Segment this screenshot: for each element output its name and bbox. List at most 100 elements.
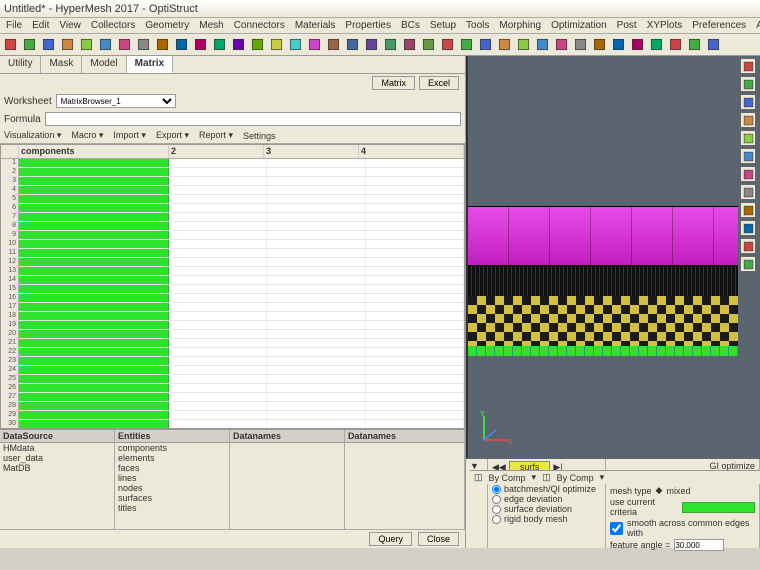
viewport-tool-0[interactable] bbox=[740, 58, 756, 74]
ds-hmdata[interactable]: HMdata bbox=[0, 443, 114, 453]
3d-viewport[interactable]: Y X bbox=[466, 56, 760, 458]
entity-lines[interactable]: lines bbox=[115, 473, 229, 483]
toolbar-icon-19[interactable] bbox=[363, 36, 380, 53]
menu-collectors[interactable]: Collectors bbox=[87, 20, 139, 31]
viewport-tool-1[interactable] bbox=[740, 76, 756, 92]
menu-properties[interactable]: Properties bbox=[341, 20, 395, 31]
table-row[interactable]: 13 bbox=[1, 267, 464, 276]
viewport-tool-7[interactable] bbox=[740, 184, 756, 200]
toolbar-icon-3[interactable] bbox=[59, 36, 76, 53]
col-4[interactable]: 4 bbox=[359, 145, 464, 158]
cube-icon[interactable]: ◫ bbox=[474, 472, 483, 483]
menu-post[interactable]: Post bbox=[613, 20, 641, 31]
table-row[interactable]: 29 bbox=[1, 411, 464, 420]
mesh-type-value[interactable]: mixed bbox=[666, 486, 690, 496]
menu-tools[interactable]: Tools bbox=[462, 20, 493, 31]
bycomp2-label[interactable]: By Comp bbox=[557, 473, 594, 483]
table-row[interactable]: 1 bbox=[1, 159, 464, 168]
menu-geometry[interactable]: Geometry bbox=[141, 20, 193, 31]
sheetbar-report[interactable]: Report ▾ bbox=[199, 130, 233, 141]
menu-file[interactable]: File bbox=[2, 20, 26, 31]
viewport-tool-11[interactable] bbox=[740, 256, 756, 272]
toolbar-icon-4[interactable] bbox=[78, 36, 95, 53]
criteria-bar[interactable] bbox=[682, 502, 755, 513]
toolbar-icon-31[interactable] bbox=[591, 36, 608, 53]
entity-elements[interactable]: elements bbox=[115, 453, 229, 463]
table-row[interactable]: 12 bbox=[1, 258, 464, 267]
table-row[interactable]: 26 bbox=[1, 384, 464, 393]
table-row[interactable]: 3 bbox=[1, 177, 464, 186]
viewport-tool-9[interactable] bbox=[740, 220, 756, 236]
toolbar-icon-11[interactable] bbox=[211, 36, 228, 53]
toolbar-icon-32[interactable] bbox=[610, 36, 627, 53]
bycomp1-label[interactable]: By Comp bbox=[489, 473, 526, 483]
formula-input[interactable] bbox=[45, 112, 461, 126]
feature-angle-input[interactable] bbox=[674, 539, 724, 551]
toolbar-icon-33[interactable] bbox=[629, 36, 646, 53]
table-row[interactable]: 18 bbox=[1, 312, 464, 321]
tab-model[interactable]: Model bbox=[82, 56, 126, 73]
menu-morphing[interactable]: Morphing bbox=[495, 20, 545, 31]
matrix-button[interactable]: Matrix bbox=[372, 76, 415, 90]
ds-userdata[interactable]: user_data bbox=[0, 453, 114, 463]
entity-components[interactable]: components bbox=[115, 443, 229, 453]
table-row[interactable]: 22 bbox=[1, 348, 464, 357]
table-row[interactable]: 15 bbox=[1, 285, 464, 294]
viewport-tool-2[interactable] bbox=[740, 94, 756, 110]
table-row[interactable]: 9 bbox=[1, 231, 464, 240]
close-button[interactable]: Close bbox=[418, 532, 459, 546]
toolbar-icon-6[interactable] bbox=[116, 36, 133, 53]
radio-surfacedeviation[interactable]: surface deviation bbox=[492, 504, 601, 514]
toolbar-icon-20[interactable] bbox=[382, 36, 399, 53]
tab-matrix[interactable]: Matrix bbox=[127, 56, 173, 73]
menu-view[interactable]: View bbox=[55, 20, 85, 31]
menu-preferences[interactable]: Preferences bbox=[688, 20, 750, 31]
viewport-tool-5[interactable] bbox=[740, 148, 756, 164]
table-row[interactable]: 25 bbox=[1, 375, 464, 384]
radio-rigidbodymesh[interactable]: rigid body mesh bbox=[492, 514, 601, 524]
toolbar-icon-10[interactable] bbox=[192, 36, 209, 53]
toolbar-icon-30[interactable] bbox=[572, 36, 589, 53]
toolbar-icon-23[interactable] bbox=[439, 36, 456, 53]
toolbar-icon-0[interactable] bbox=[2, 36, 19, 53]
menu-bcs[interactable]: BCs bbox=[397, 20, 424, 31]
col-3[interactable]: 3 bbox=[264, 145, 359, 158]
toolbar-icon-21[interactable] bbox=[401, 36, 418, 53]
toolbar-icon-35[interactable] bbox=[667, 36, 684, 53]
sheetbar-settings[interactable]: Settings bbox=[243, 131, 276, 141]
viewport-tool-6[interactable] bbox=[740, 166, 756, 182]
sheetbar-macro[interactable]: Macro ▾ bbox=[71, 130, 103, 141]
menu-optimization[interactable]: Optimization bbox=[547, 20, 611, 31]
table-row[interactable]: 4 bbox=[1, 186, 464, 195]
table-row[interactable]: 10 bbox=[1, 240, 464, 249]
table-row[interactable]: 2 bbox=[1, 168, 464, 177]
toolbar-icon-9[interactable] bbox=[173, 36, 190, 53]
toolbar-icon-1[interactable] bbox=[21, 36, 38, 53]
table-row[interactable]: 30 bbox=[1, 420, 464, 428]
table-row[interactable]: 5 bbox=[1, 195, 464, 204]
toolbar-icon-29[interactable] bbox=[553, 36, 570, 53]
toolbar-icon-13[interactable] bbox=[249, 36, 266, 53]
table-row[interactable]: 14 bbox=[1, 276, 464, 285]
tab-mask[interactable]: Mask bbox=[41, 56, 82, 73]
toolbar-icon-36[interactable] bbox=[686, 36, 703, 53]
toolbar-icon-7[interactable] bbox=[135, 36, 152, 53]
radio-batchmeshoptimize[interactable]: batchmesh/QI optimize bbox=[492, 484, 601, 494]
toolbar-icon-17[interactable] bbox=[325, 36, 342, 53]
excel-button[interactable]: Excel bbox=[419, 76, 459, 90]
table-row[interactable]: 20 bbox=[1, 330, 464, 339]
viewport-tool-4[interactable] bbox=[740, 130, 756, 146]
table-row[interactable]: 21 bbox=[1, 339, 464, 348]
toolbar-icon-18[interactable] bbox=[344, 36, 361, 53]
entity-faces[interactable]: faces bbox=[115, 463, 229, 473]
entity-titles[interactable]: titles bbox=[115, 503, 229, 513]
matrix-grid[interactable]: components 2 3 4 12345678910111213141516… bbox=[0, 144, 465, 429]
menu-edit[interactable]: Edit bbox=[28, 20, 53, 31]
sheetbar-export[interactable]: Export ▾ bbox=[156, 130, 189, 141]
cube2-icon[interactable]: ◫ bbox=[542, 472, 551, 483]
menu-xyplots[interactable]: XYPlots bbox=[643, 20, 687, 31]
menu-setup[interactable]: Setup bbox=[426, 20, 460, 31]
menu-applications[interactable]: Applications bbox=[752, 20, 760, 31]
grid-body[interactable]: 1234567891011121314151617181920212223242… bbox=[1, 159, 464, 428]
sheetbar-import[interactable]: Import ▾ bbox=[113, 130, 146, 141]
